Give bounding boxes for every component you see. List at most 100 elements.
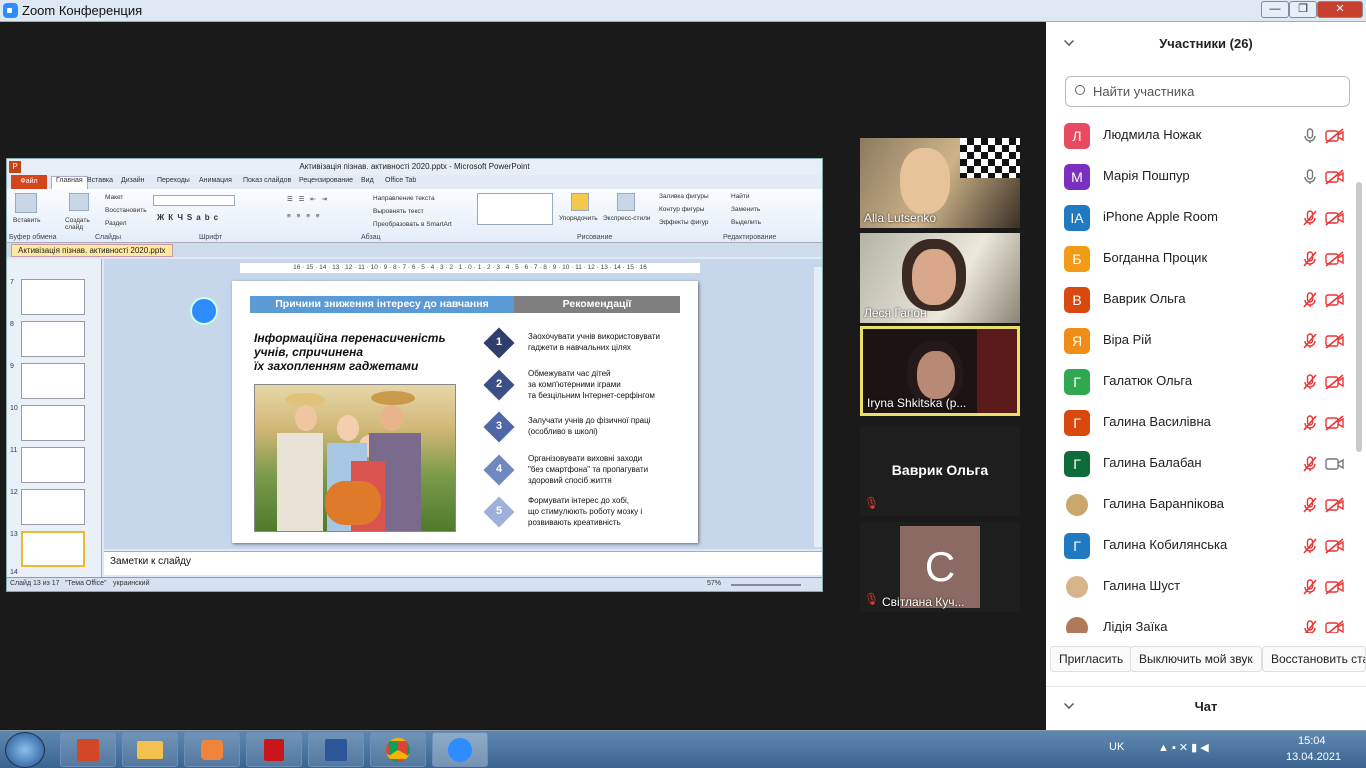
participant-row[interactable]: В Ваврик Ольга — [1046, 279, 1356, 320]
participant-row[interactable]: IA iPhone Apple Room — [1046, 197, 1356, 238]
slide-thumbnail[interactable] — [21, 405, 85, 441]
slide-thumbnail[interactable] — [21, 489, 85, 525]
participant-row[interactable]: Я Віра Рій — [1046, 320, 1356, 361]
participant-row[interactable]: Г Галатюк Ольга — [1046, 361, 1356, 402]
vertical-scrollbar[interactable] — [814, 267, 822, 547]
tab-view[interactable]: Вид — [361, 177, 374, 184]
participant-row[interactable]: Г Галина Василівна — [1046, 402, 1356, 443]
taskbar-media-icon[interactable] — [184, 732, 240, 767]
restore-video-button[interactable]: Восстановить стат — [1262, 646, 1366, 672]
participant-row[interactable]: Г Галина Балабан — [1046, 443, 1356, 484]
mute-me-button[interactable]: Выключить мой звук — [1130, 646, 1262, 672]
arrange-button[interactable]: Упорядочить — [559, 215, 598, 222]
maximize-button[interactable]: ❐ — [1289, 1, 1317, 18]
mic-muted-icon[interactable] — [1302, 415, 1318, 431]
slide-thumbnail-selected[interactable] — [21, 531, 85, 567]
camera-icon[interactable] — [1325, 456, 1345, 472]
language-indicator[interactable]: UK — [1109, 741, 1124, 753]
video-tile-no-video[interactable]: С 🎙 Світлана Куч... — [860, 522, 1020, 612]
mic-muted-icon[interactable] — [1302, 579, 1318, 595]
current-slide[interactable]: Причини зниження інтересу до навчання Ре… — [232, 281, 698, 543]
minimize-button[interactable]: — — [1261, 1, 1289, 18]
mic-muted-icon[interactable] — [1302, 497, 1318, 513]
camera-off-icon[interactable] — [1325, 128, 1345, 144]
tab-file[interactable]: Файл — [11, 175, 47, 189]
tab-slideshow[interactable]: Показ слайдов — [243, 177, 291, 184]
participant-row[interactable]: Галина Шуст — [1046, 566, 1356, 607]
mic-muted-icon[interactable] — [1302, 620, 1318, 633]
camera-off-icon[interactable] — [1325, 415, 1345, 431]
clock-time[interactable]: 15:04 — [1298, 735, 1326, 747]
camera-off-icon[interactable] — [1325, 333, 1345, 349]
chat-header[interactable]: Чат — [1046, 686, 1366, 730]
mic-muted-icon[interactable] — [1302, 374, 1318, 390]
tab-design[interactable]: Дизайн — [121, 177, 145, 184]
tray-icons[interactable]: ▲ ▪ ✕ ▮ ◀ — [1158, 741, 1209, 754]
presentation-icon[interactable] — [190, 297, 218, 325]
camera-off-icon[interactable] — [1325, 620, 1345, 633]
camera-off-icon[interactable] — [1325, 579, 1345, 595]
smartart-button[interactable]: Преобразовать в SmartArt — [373, 221, 452, 228]
invite-button[interactable]: Пригласить — [1050, 646, 1133, 672]
slide-thumbnail[interactable] — [21, 363, 85, 399]
paste-button[interactable]: Вставить — [13, 217, 41, 224]
participants-scrollbar[interactable] — [1356, 182, 1362, 452]
taskbar-pdf-icon[interactable] — [246, 732, 302, 767]
participant-row[interactable]: Галина Баранnікова — [1046, 484, 1356, 525]
camera-off-icon[interactable] — [1325, 210, 1345, 226]
mic-muted-icon[interactable] — [1302, 251, 1318, 267]
taskbar-word-icon[interactable] — [308, 732, 364, 767]
camera-off-icon[interactable] — [1325, 538, 1345, 554]
arrange-icon[interactable] — [571, 193, 589, 211]
document-tab[interactable]: Активізація пізнав. активності 2020.pptx — [11, 244, 173, 257]
mic-muted-icon[interactable] — [1302, 538, 1318, 554]
text-direction-button[interactable]: Направление текста — [373, 195, 435, 202]
video-tile[interactable]: Alla Lutsenko — [860, 138, 1020, 228]
video-tile-active-speaker[interactable]: Iryna Shkitska (p... — [860, 326, 1020, 416]
shape-effects-button[interactable]: Эффекты фигур — [659, 219, 709, 226]
slide-thumbnail[interactable] — [21, 279, 85, 315]
camera-off-icon[interactable] — [1325, 169, 1345, 185]
mic-icon[interactable] — [1302, 128, 1318, 144]
tab-review[interactable]: Рецензирование — [299, 177, 353, 184]
font-format-buttons[interactable]: ЖКЧSabc — [157, 213, 222, 222]
close-button[interactable]: ✕ — [1317, 1, 1363, 18]
start-button[interactable] — [5, 732, 45, 768]
clock-date[interactable]: 13.04.2021 — [1286, 751, 1341, 763]
camera-off-icon[interactable] — [1325, 374, 1345, 390]
replace-button[interactable]: Заменить — [731, 206, 760, 213]
slide-thumbnail[interactable] — [21, 321, 85, 357]
tab-office-tab[interactable]: Office Tab — [385, 177, 416, 184]
quick-styles-icon[interactable] — [617, 193, 635, 211]
taskbar-powerpoint-icon[interactable] — [60, 732, 116, 767]
taskbar-explorer-icon[interactable] — [122, 732, 178, 767]
mic-muted-icon[interactable] — [1302, 292, 1318, 308]
participant-row[interactable]: Л Людмила Ножак — [1046, 115, 1356, 156]
notes-pane[interactable]: Заметки к слайду — [104, 551, 822, 575]
mic-icon[interactable] — [1302, 169, 1318, 185]
mic-muted-icon[interactable] — [1302, 210, 1318, 226]
participant-search-input[interactable]: Найти участника — [1065, 76, 1350, 107]
camera-off-icon[interactable] — [1325, 497, 1345, 513]
paste-icon[interactable] — [15, 193, 37, 213]
shape-fill-button[interactable]: Заливка фигуры — [659, 193, 709, 200]
taskbar-chrome-icon[interactable] — [370, 732, 426, 767]
participant-row[interactable]: М Марія Пошпур — [1046, 156, 1356, 197]
tab-animation[interactable]: Анимация — [199, 177, 232, 184]
mic-muted-icon[interactable] — [1302, 333, 1318, 349]
align-buttons[interactable]: ≡ ≡ ≡ ≡ — [287, 213, 322, 220]
shape-outline-button[interactable]: Контур фигуры — [659, 206, 704, 213]
video-tile-no-video[interactable]: Ваврик Ольга 🎙 — [860, 426, 1020, 516]
reset-button[interactable]: Восстановить — [105, 207, 147, 214]
list-buttons[interactable]: ☰ ☰ ⇤ ⇥ — [287, 195, 329, 203]
video-tile[interactable]: Леся Гапон — [860, 233, 1020, 323]
find-button[interactable]: Найти — [731, 193, 750, 200]
participant-row[interactable]: Б Богданна Процик — [1046, 238, 1356, 279]
section-button[interactable]: Раздел — [105, 220, 126, 227]
camera-off-icon[interactable] — [1325, 251, 1345, 267]
layout-button[interactable]: Макет — [105, 194, 123, 201]
new-slide-button[interactable]: Создать слайд — [65, 217, 93, 231]
shapes-gallery[interactable] — [477, 193, 553, 225]
new-slide-icon[interactable] — [69, 193, 89, 211]
select-button[interactable]: Выделить — [731, 219, 761, 226]
